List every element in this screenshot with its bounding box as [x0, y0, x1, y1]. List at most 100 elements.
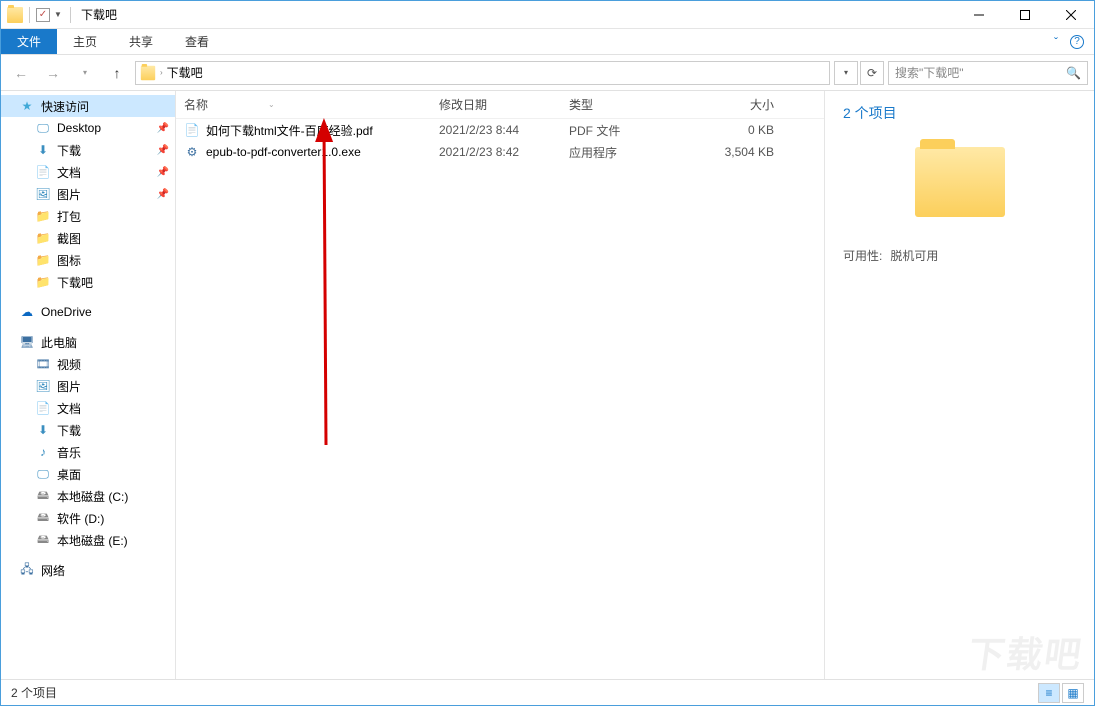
address-dropdown-button[interactable]: ▾: [834, 61, 858, 85]
file-type: PDF 文件: [569, 122, 684, 139]
picture-icon: 🖼: [35, 186, 51, 202]
breadcrumb[interactable]: 下载吧: [167, 64, 203, 81]
exe-icon: ⚙: [184, 144, 200, 160]
label: 软件 (D:): [57, 510, 104, 527]
search-icon: 🔍: [1066, 66, 1081, 80]
file-size: 3,504 KB: [684, 145, 784, 159]
close-button[interactable]: [1048, 1, 1094, 29]
pin-icon: 📌: [157, 167, 169, 178]
tab-file[interactable]: 文件: [1, 29, 57, 54]
sidebar-item-dabao[interactable]: 📁打包: [1, 205, 175, 227]
maximize-button[interactable]: [1002, 1, 1048, 29]
sidebar-item-disk-d[interactable]: 🖴 软件 (D:): [1, 507, 175, 529]
sidebar-item-downloads2[interactable]: ⬇下载: [1, 419, 175, 441]
file-size: 0 KB: [684, 123, 784, 137]
help-icon[interactable]: ?: [1070, 35, 1084, 49]
view-toggle: ≡ ▦: [1038, 683, 1084, 703]
disk-icon: 🖴: [35, 510, 51, 526]
pin-icon: 📌: [157, 123, 169, 134]
sidebar-item-tubiao[interactable]: 📁图标: [1, 249, 175, 271]
sidebar-item-onedrive[interactable]: ☁OneDrive: [1, 301, 175, 323]
label: 快速访问: [41, 98, 89, 115]
col-date[interactable]: 修改日期: [439, 96, 569, 113]
sidebar-item-pictures[interactable]: 🖼 图片 📌: [1, 183, 175, 205]
col-type[interactable]: 类型: [569, 96, 684, 113]
label: 截图: [57, 230, 81, 247]
label: 文档: [57, 400, 81, 417]
folder-preview-icon: [915, 147, 1005, 217]
sidebar-item-pictures2[interactable]: 🖼 图片: [1, 375, 175, 397]
file-row[interactable]: 📄如何下载html文件-百度经验.pdf 2021/2/23 8:44 PDF …: [176, 119, 824, 141]
tab-view[interactable]: 查看: [169, 29, 225, 54]
label: 桌面: [57, 466, 81, 483]
search-placeholder: 搜索"下载吧": [895, 64, 964, 81]
preview-count: 2 个项目: [843, 103, 1076, 123]
sidebar-item-quick-access[interactable]: ★快速访问: [1, 95, 175, 117]
minimize-button[interactable]: [956, 1, 1002, 29]
sidebar-item-music[interactable]: ♪音乐: [1, 441, 175, 463]
col-size[interactable]: 大小: [684, 96, 784, 113]
ribbon-expand-icon[interactable]: ˇ ?: [1044, 29, 1094, 54]
statusbar: 2 个项目 ≡ ▦: [1, 679, 1094, 705]
label: 此电脑: [41, 334, 77, 351]
sidebar-item-disk-c[interactable]: 🖴本地磁盘 (C:): [1, 485, 175, 507]
label: 文档: [57, 164, 81, 181]
label: 图片: [57, 378, 81, 395]
disk-icon: 🖴: [35, 488, 51, 504]
doc-icon: 📄: [35, 164, 51, 180]
forward-button[interactable]: →: [39, 59, 67, 87]
qat: ✓ ▼ 下载吧: [1, 6, 123, 23]
back-button[interactable]: ←: [7, 59, 35, 87]
ribbon: 文件 主页 共享 查看 ˇ ?: [1, 29, 1094, 55]
label: 下载: [57, 422, 81, 439]
content: ★快速访问 🖵Desktop📌 ⬇下载📌 📄文档📌 🖼图片📌 📁打包 📁截图 📁…: [1, 91, 1094, 679]
refresh-button[interactable]: ⟳: [860, 61, 884, 85]
up-button[interactable]: ↑: [103, 59, 131, 87]
sidebar: ★快速访问 🖵Desktop📌 ⬇下载📌 📄文档📌 🖼图片📌 📁打包 📁截图 📁…: [1, 91, 176, 679]
address-bar[interactable]: › 下载吧: [135, 61, 830, 85]
view-icons-button[interactable]: ▦: [1062, 683, 1084, 703]
chevron-down-icon[interactable]: ▼: [54, 10, 64, 19]
col-name[interactable]: 名称⌄: [184, 96, 439, 113]
file-row[interactable]: ⚙epub-to-pdf-converter1.0.exe 2021/2/23 …: [176, 141, 824, 163]
sort-chevron-icon: ⌄: [268, 100, 275, 109]
file-type: 应用程序: [569, 144, 684, 161]
sidebar-item-xiazaiba[interactable]: 📁下载吧: [1, 271, 175, 293]
sidebar-item-desktop2[interactable]: 🖵桌面: [1, 463, 175, 485]
cloud-icon: ☁: [19, 304, 35, 320]
pdf-icon: 📄: [184, 122, 200, 138]
avail-label: 可用性:: [843, 247, 882, 264]
network-icon: 🖧: [19, 562, 35, 578]
download-icon: ⬇: [35, 142, 51, 158]
folder-icon: 📁: [35, 274, 51, 290]
tab-home[interactable]: 主页: [57, 29, 113, 54]
titlebar: ✓ ▼ 下载吧: [1, 1, 1094, 29]
view-details-button[interactable]: ≡: [1038, 683, 1060, 703]
tab-share[interactable]: 共享: [113, 29, 169, 54]
qat-properties-icon[interactable]: ✓: [36, 8, 50, 22]
picture-icon: 🖼: [35, 378, 51, 394]
sidebar-item-desktop[interactable]: 🖵Desktop📌: [1, 117, 175, 139]
file-list: 📄如何下载html文件-百度经验.pdf 2021/2/23 8:44 PDF …: [176, 119, 824, 679]
file-date: 2021/2/23 8:44: [439, 123, 569, 137]
music-icon: ♪: [35, 444, 51, 460]
sidebar-item-thispc[interactable]: 🖥此电脑: [1, 331, 175, 353]
label: 下载: [57, 142, 81, 159]
label: 视频: [57, 356, 81, 373]
sidebar-item-disk-e[interactable]: 🖴本地磁盘 (E:): [1, 529, 175, 551]
search-input[interactable]: 搜索"下载吧" 🔍: [888, 61, 1088, 85]
disk-icon: 🖴: [35, 532, 51, 548]
pin-icon: 📌: [157, 189, 169, 200]
label: 图片: [57, 186, 81, 203]
recent-chevron-icon[interactable]: ▾: [71, 59, 99, 87]
status-text: 2 个项目: [11, 684, 57, 701]
folder-icon: 📁: [35, 252, 51, 268]
sidebar-item-videos[interactable]: 🎞视频: [1, 353, 175, 375]
sidebar-item-network[interactable]: 🖧网络: [1, 559, 175, 581]
sidebar-item-documents[interactable]: 📄 文档 📌: [1, 161, 175, 183]
chevron-right-icon[interactable]: ›: [160, 68, 163, 77]
sidebar-item-downloads[interactable]: ⬇下载📌: [1, 139, 175, 161]
sidebar-item-documents2[interactable]: 📄文档: [1, 397, 175, 419]
sidebar-item-jietu[interactable]: 📁截图: [1, 227, 175, 249]
divider: [70, 7, 71, 23]
